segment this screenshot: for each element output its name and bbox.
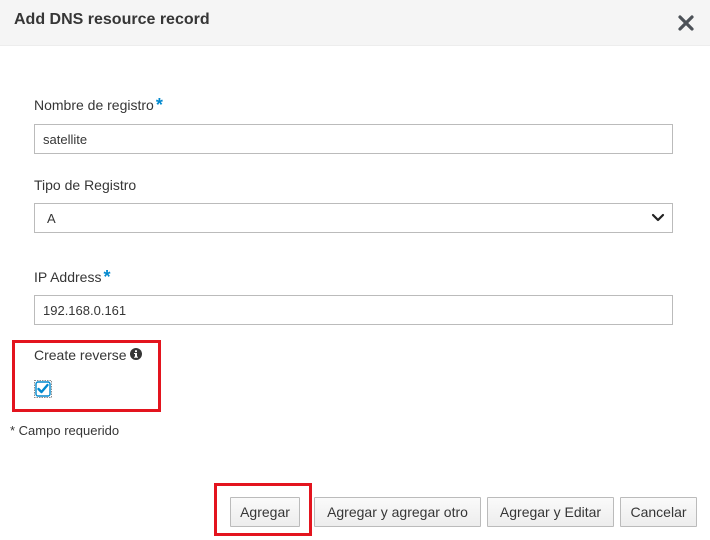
- required-field-note: * Campo requerido: [10, 423, 120, 438]
- record-name-label-text: Nombre de registro: [34, 97, 154, 113]
- ip-address-label: IP Address *: [34, 266, 110, 287]
- record-type-label: Tipo de Registro: [34, 177, 137, 193]
- required-marker: *: [155, 95, 163, 115]
- cancel-button[interactable]: Cancelar: [620, 497, 697, 527]
- add-dns-record-dialog: Add DNS resource record Nombre de regist…: [0, 0, 710, 540]
- record-type-value: A: [47, 211, 56, 226]
- record-type-select[interactable]: A: [34, 203, 673, 233]
- add-and-add-another-button[interactable]: Agregar y agregar otro: [314, 497, 481, 527]
- ip-address-label-text: IP Address: [34, 269, 102, 285]
- record-name-input[interactable]: [34, 124, 673, 154]
- create-reverse-highlight-box: [12, 340, 161, 412]
- ip-address-input[interactable]: [34, 295, 673, 325]
- dialog-header: Add DNS resource record: [0, 0, 710, 46]
- required-marker: *: [103, 267, 111, 287]
- dialog-title: Add DNS resource record: [14, 11, 210, 28]
- close-button[interactable]: [676, 13, 696, 33]
- close-icon: [678, 15, 694, 31]
- chevron-down-icon: [651, 213, 665, 222]
- add-and-edit-button[interactable]: Agregar y Editar: [487, 497, 614, 527]
- add-button-highlight-box: [214, 483, 312, 536]
- record-name-label: Nombre de registro *: [34, 94, 163, 115]
